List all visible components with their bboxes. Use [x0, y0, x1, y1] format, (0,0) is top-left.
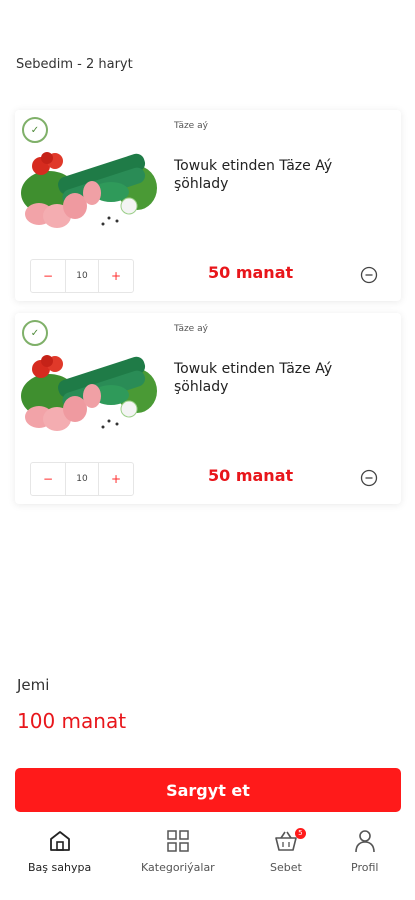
cart-item: ✓ Täze aý Towuk etinden Täze Aý şöhlady …: [15, 313, 401, 504]
nav-label: Baş sahypa: [28, 861, 92, 874]
product-image: [21, 152, 157, 228]
quantity-stepper: − 10 +: [30, 462, 134, 496]
nav-item-cart[interactable]: 5 Sebet: [270, 828, 306, 874]
nav-label: Kategoriýalar: [141, 861, 215, 874]
increase-button[interactable]: +: [99, 260, 133, 292]
product-title[interactable]: Towuk etinden Täze Aý şöhlady: [174, 157, 374, 193]
bottom-navigation: Baş sahypa Kategoriýalar 5 Sebet Profil: [0, 828, 415, 900]
nav-label: Profil: [351, 861, 379, 874]
nav-item-home[interactable]: Baş sahypa: [28, 828, 91, 874]
decrease-button[interactable]: −: [31, 463, 65, 495]
brand-logo-icon: ✓: [22, 320, 48, 346]
cart-header: Sebedim - 2 haryt: [16, 57, 133, 72]
item-price: 50 manat: [208, 466, 294, 485]
place-order-button[interactable]: Sargyt et: [15, 768, 401, 812]
home-icon: [49, 831, 70, 851]
increase-button[interactable]: +: [99, 463, 133, 495]
nav-item-profile[interactable]: Profil: [351, 828, 378, 874]
quantity-value: 10: [65, 463, 99, 495]
nav-label: Sebet: [270, 861, 302, 874]
cart-item: ✓ Täze aý Towuk etinden Täze Aý şöhlady …: [15, 110, 401, 301]
grid-icon: [167, 830, 189, 852]
product-image: [21, 355, 157, 431]
product-title[interactable]: Towuk etinden Täze Aý şöhlady: [174, 360, 374, 396]
brand-name: Täze aý: [174, 324, 208, 334]
brand-logo-icon: ✓: [22, 117, 48, 143]
cart-badge: 5: [294, 828, 306, 839]
total-label: Jemi: [17, 676, 50, 694]
total-value: 100 manat: [17, 709, 127, 733]
user-icon: [354, 830, 375, 853]
brand-name: Täze aý: [174, 121, 208, 131]
nav-item-categories[interactable]: Kategoriýalar: [141, 828, 215, 874]
remove-item-icon[interactable]: [360, 469, 378, 487]
decrease-button[interactable]: −: [31, 260, 65, 292]
quantity-stepper: − 10 +: [30, 259, 134, 293]
item-price: 50 manat: [208, 263, 294, 282]
quantity-value: 10: [65, 260, 99, 292]
remove-item-icon[interactable]: [360, 266, 378, 284]
